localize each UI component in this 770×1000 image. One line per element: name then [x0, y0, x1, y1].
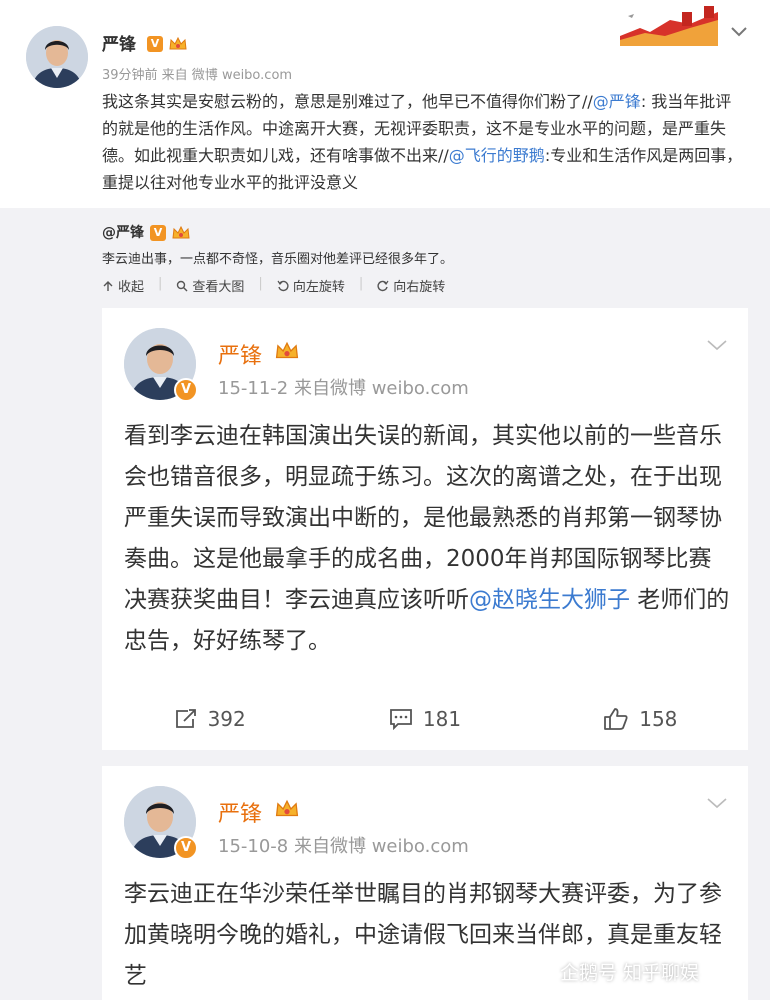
screenshot-post-card: V 严锋 15-11-2 来自微博 weibo.com 看到李云迪在韩国演出失误…: [102, 308, 748, 750]
collapse-button[interactable]: 收起: [102, 276, 144, 295]
rotate-left-icon: [277, 280, 289, 291]
author-name[interactable]: 严锋: [102, 30, 136, 55]
author-badges: V: [147, 33, 188, 52]
repost-panel: @严锋 V 李云迪出事，一点都不奇怪，音乐圈对他差评已经很多年了。 收起 | 查…: [0, 208, 770, 1000]
like-count: 158: [639, 707, 678, 731]
post-meta: 15-10-8 来自微博 weibo.com: [218, 836, 469, 857]
divider: |: [258, 276, 263, 291]
rotate-left-label: 向左旋转: [292, 280, 345, 295]
chevron-down-icon[interactable]: [706, 338, 728, 352]
verified-badge: V: [147, 35, 163, 52]
crown-icon: [172, 225, 190, 238]
image-toolbar: 收起 | 查看大图 | 向左旋转 | 向右旋转: [102, 276, 459, 295]
rotate-right-label: 向右旋转: [393, 280, 446, 295]
watermark-text: 企鹅号 知乎聊娱: [560, 962, 700, 984]
mention-link[interactable]: @严锋: [593, 92, 641, 111]
verified-badge: V: [174, 836, 198, 860]
top-post: 严锋 V 39分钟前 来自 微博 weibo.com 我这条其实是安慰云粉的，意…: [0, 0, 770, 208]
avatar[interactable]: [26, 26, 88, 88]
comment-button[interactable]: 181: [317, 696, 532, 742]
rotate-right-button[interactable]: 向右旋转: [377, 276, 445, 295]
crown-icon: [169, 36, 187, 49]
search-icon: [177, 280, 188, 291]
chevron-down-icon[interactable]: [730, 24, 748, 38]
view-large-button[interactable]: 查看大图: [176, 276, 244, 295]
author-name[interactable]: 严锋: [218, 796, 262, 828]
post-text-prefix: 看到李云迪在韩国演出失误的新闻，其实他以前的一些音乐会也错音很多，明显疏于练习。…: [124, 423, 722, 613]
repost-text: 李云迪出事，一点都不奇怪，音乐圈对他差评已经很多年了。: [102, 252, 454, 267]
divider: |: [158, 276, 163, 291]
avatar-photo-icon: [26, 26, 88, 88]
crown-icon: [275, 341, 299, 359]
crown-icon: [275, 799, 299, 817]
thumbs-up-icon: [604, 708, 628, 730]
repost-button[interactable]: 392: [102, 696, 317, 742]
collapse-label: 收起: [118, 280, 145, 295]
post-actions: 392 181 158: [102, 696, 748, 742]
repost-author[interactable]: @严锋: [102, 222, 144, 242]
chevron-down-icon[interactable]: [706, 796, 728, 810]
verified-badge: V: [174, 378, 198, 402]
view-large-label: 查看大图: [192, 280, 245, 295]
post-meta: 15-11-2 来自微博 weibo.com: [218, 378, 469, 399]
penguin-logo-icon: [530, 961, 552, 984]
mention-link[interactable]: @赵晓生大狮子: [469, 587, 630, 613]
great-wall-decoration-icon: [620, 6, 718, 46]
author-name[interactable]: 严锋: [218, 338, 262, 370]
post-text: 看到李云迪在韩国演出失误的新闻，其实他以前的一些音乐会也错音很多，明显疏于练习。…: [124, 416, 734, 662]
post-text-prefix: 我这条其实是安慰云粉的，意思是别难过了，他早已不值得你们粉了//: [102, 92, 593, 111]
rotate-left-button[interactable]: 向左旋转: [277, 276, 345, 295]
post-meta: 39分钟前 来自 微博 weibo.com: [102, 68, 293, 83]
divider: |: [358, 276, 364, 291]
repost-icon: [175, 709, 196, 728]
like-button[interactable]: 158: [533, 696, 748, 742]
repost-count: 392: [207, 707, 246, 731]
watermark: 企鹅号 知乎聊娱: [528, 958, 699, 985]
rotate-right-icon: [377, 280, 389, 291]
arrow-up-icon: [103, 280, 113, 291]
repost-badges: V: [150, 222, 191, 241]
verified-badge: V: [150, 224, 166, 241]
post-text: 我这条其实是安慰云粉的，意思是别难过了，他早已不值得你们粉了//@严锋: 我当年…: [102, 88, 747, 196]
comment-icon: [389, 709, 412, 730]
mention-link[interactable]: @飞行的野鹅: [449, 146, 545, 165]
comment-count: 181: [422, 707, 462, 731]
